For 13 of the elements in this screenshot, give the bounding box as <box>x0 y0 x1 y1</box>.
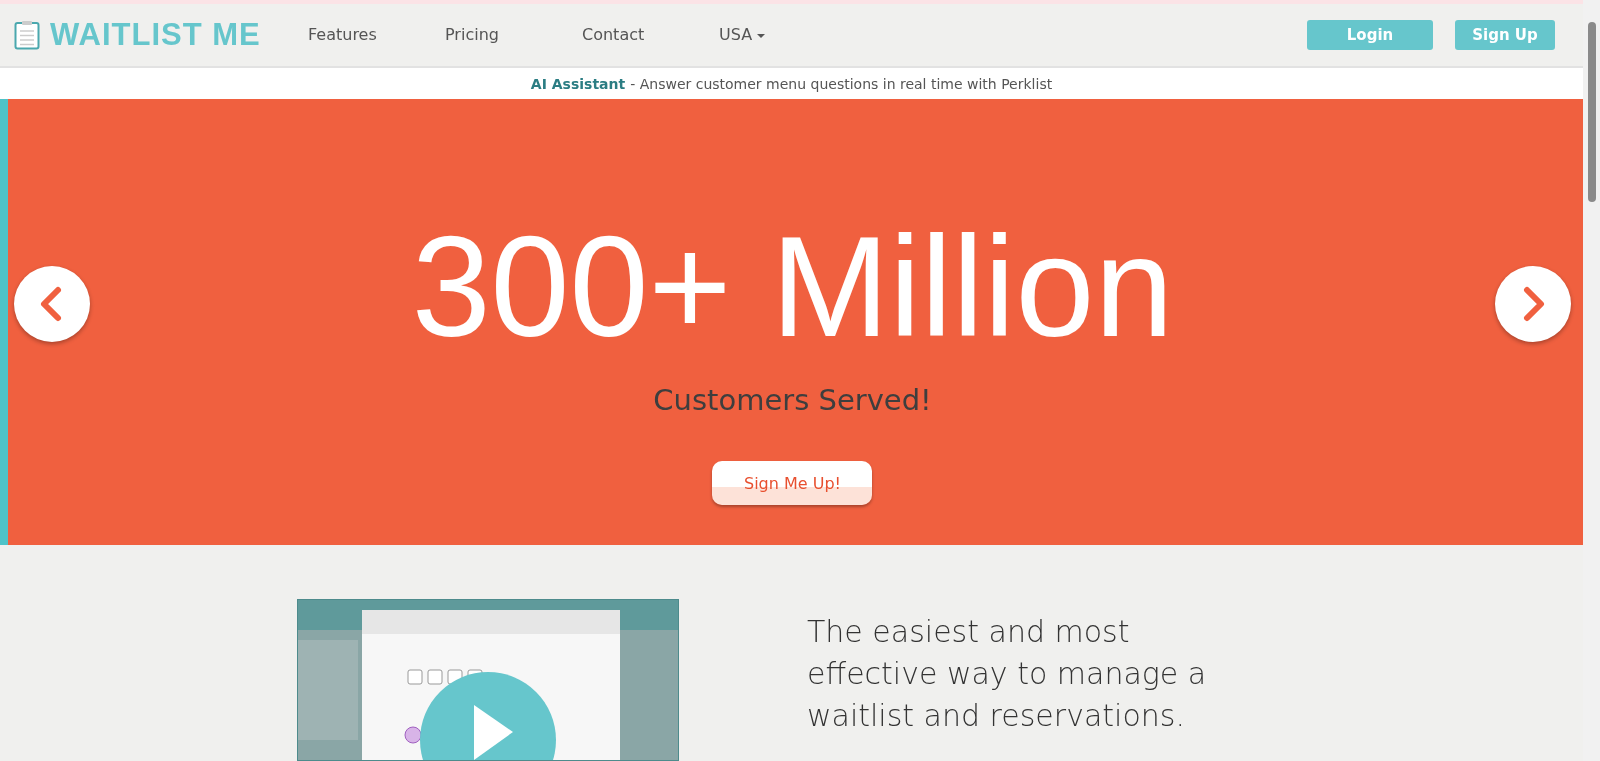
clipboard-icon <box>14 19 40 50</box>
subtitle: Customers Served! <box>653 383 932 418</box>
nav-link[interactable]: Features <box>304 25 441 45</box>
country-dropdown[interactable]: USA <box>715 25 852 45</box>
next-slide-button[interactable] <box>1495 266 1571 343</box>
headline: 300+ Million <box>411 209 1174 366</box>
nav-link[interactable]: Contact <box>578 25 715 45</box>
announcement-link[interactable]: AI Assistant <box>530 75 626 92</box>
feature-text: The easiest and most effective way to manage a waitlist and reservations. <box>807 613 1208 735</box>
previous-slide-button[interactable] <box>14 266 90 343</box>
nav-link[interactable]: Pricing <box>441 25 578 45</box>
announcement-text: - Answer customer menu questions in real time with Perklist <box>630 75 1053 92</box>
sign-me-up-button[interactable]: Sign Me Up! <box>712 461 873 506</box>
